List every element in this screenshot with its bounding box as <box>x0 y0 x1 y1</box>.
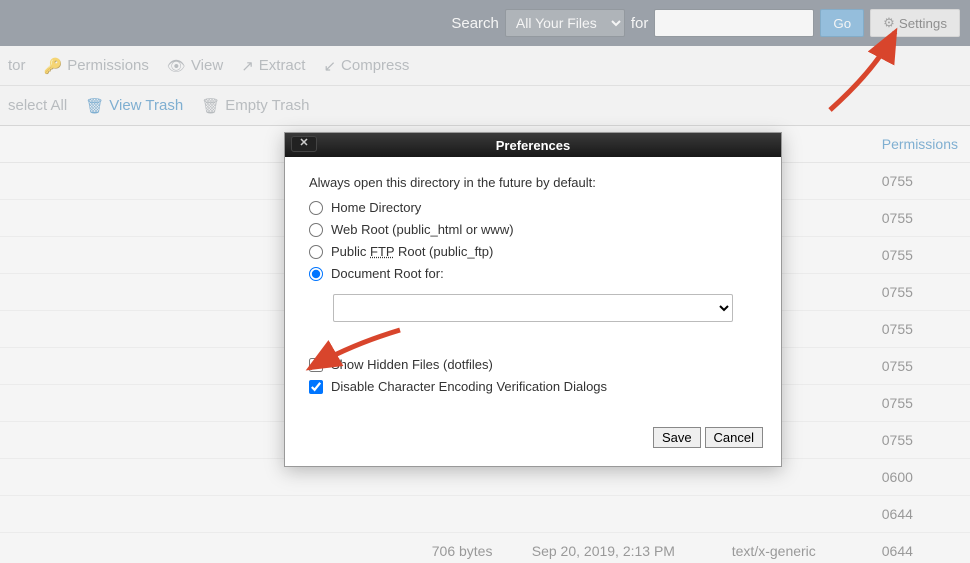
modal-header: ✕ Preferences <box>285 133 781 157</box>
radio-docroot-label: Document Root for: <box>331 266 444 281</box>
toolbar-file-actions: tor 🔑 Permissions 👁 View ↗ Extract ↙ Com… <box>0 46 970 86</box>
key-icon: 🔑 <box>44 57 63 75</box>
view-trash-button[interactable]: 🗑 View Trash <box>85 97 183 115</box>
modal-footer: Save Cancel <box>285 417 781 466</box>
extract-icon: ↗ <box>241 57 254 75</box>
checkbox-disable-encoding-label: Disable Character Encoding Verification … <box>331 379 607 394</box>
radio-ftp-input[interactable] <box>309 245 323 259</box>
cell-perm: 0755 <box>870 200 970 237</box>
cell-perm: 0755 <box>870 163 970 200</box>
radio-docroot-input[interactable] <box>309 267 323 281</box>
empty-trash-button[interactable]: 🗑 Empty Trash <box>201 97 309 115</box>
cell-perm: 0755 <box>870 311 970 348</box>
settings-label: Settings <box>899 16 947 31</box>
preferences-modal: ✕ Preferences Always open this directory… <box>284 132 782 467</box>
cell-perm: 0600 <box>870 459 970 496</box>
close-icon[interactable]: ✕ <box>291 136 317 152</box>
toolbar-selection: select All 🗑 View Trash 🗑 Empty Trash <box>0 86 970 126</box>
permissions-button[interactable]: 🔑 Permissions <box>44 57 149 75</box>
checkbox-disable-encoding-input[interactable] <box>309 380 323 394</box>
cell-modified: Sep 20, 2019, 2:13 PM <box>520 533 720 563</box>
cell-perm: 0755 <box>870 422 970 459</box>
search-label: Search <box>451 15 499 32</box>
cell-perm: 0755 <box>870 385 970 422</box>
checkbox-show-hidden-input[interactable] <box>309 358 323 372</box>
table-row[interactable]: 0644 <box>0 496 970 533</box>
table-row[interactable]: 706 bytesSep 20, 2019, 2:13 PMtext/x-gen… <box>0 533 970 563</box>
cell-name <box>0 533 420 563</box>
gear-icon <box>883 15 895 31</box>
compress-icon: ↙ <box>323 57 336 75</box>
radio-home-input[interactable] <box>309 201 323 215</box>
search-scope-select[interactable]: All Your Files <box>505 9 625 37</box>
radio-home-label: Home Directory <box>331 200 421 215</box>
extract-button[interactable]: ↗ Extract <box>241 57 305 75</box>
cell-perm: 0644 <box>870 533 970 563</box>
radio-ftp-root[interactable]: Public FTP Root (public_ftp) <box>309 244 757 259</box>
cell-type <box>720 496 870 533</box>
radio-webroot-label: Web Root (public_html or www) <box>331 222 514 237</box>
checkbox-show-hidden-label: Show Hidden Files (dotfiles) <box>331 357 493 372</box>
save-button[interactable]: Save <box>653 427 701 448</box>
modal-title: Preferences <box>496 138 570 153</box>
cell-perm: 0755 <box>870 274 970 311</box>
editor-button[interactable]: tor <box>8 57 26 74</box>
eye-icon: 👁 <box>167 57 186 75</box>
cell-perm: 0755 <box>870 237 970 274</box>
cancel-button[interactable]: Cancel <box>705 427 763 448</box>
cell-type: text/x-generic <box>720 533 870 563</box>
col-permissions[interactable]: Permissions <box>870 126 970 163</box>
doc-root-select[interactable] <box>333 294 733 322</box>
cell-perm: 0644 <box>870 496 970 533</box>
radio-web-root[interactable]: Web Root (public_html or www) <box>309 222 757 237</box>
cell-size: 706 bytes <box>420 533 520 563</box>
radio-home-directory[interactable]: Home Directory <box>309 200 757 215</box>
radio-doc-root[interactable]: Document Root for: <box>309 266 757 281</box>
trash-icon: 🗑 <box>85 97 104 115</box>
settings-button[interactable]: Settings <box>870 9 960 37</box>
checkbox-disable-encoding[interactable]: Disable Character Encoding Verification … <box>309 379 757 394</box>
unselect-all-button[interactable]: select All <box>8 97 67 114</box>
compress-button[interactable]: ↙ Compress <box>323 57 409 75</box>
cell-modified <box>520 496 720 533</box>
search-input[interactable] <box>654 9 814 37</box>
cell-perm: 0755 <box>870 348 970 385</box>
go-button[interactable]: Go <box>820 9 864 37</box>
top-search-bar: Search All Your Files for Go Settings <box>0 0 970 46</box>
modal-body: Always open this directory in the future… <box>285 157 781 417</box>
modal-heading: Always open this directory in the future… <box>309 175 757 190</box>
cell-name <box>0 496 420 533</box>
view-button[interactable]: 👁 View <box>167 57 223 75</box>
radio-ftp-label: Public FTP Root (public_ftp) <box>331 244 493 259</box>
radio-webroot-input[interactable] <box>309 223 323 237</box>
cell-size <box>420 496 520 533</box>
trash-icon: 🗑 <box>201 97 220 115</box>
checkbox-show-hidden[interactable]: Show Hidden Files (dotfiles) <box>309 357 757 372</box>
for-label: for <box>631 15 649 32</box>
